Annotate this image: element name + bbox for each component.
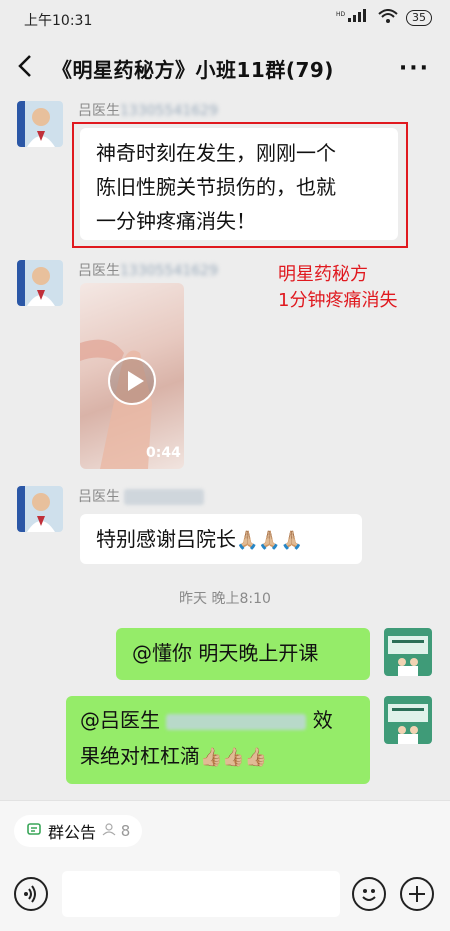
- more-functions-button[interactable]: [400, 877, 434, 911]
- doctor-avatar-icon: [17, 486, 63, 532]
- message-input[interactable]: [62, 871, 340, 917]
- doctor-avatar-icon: [17, 101, 63, 147]
- user-avatar-icon: [384, 696, 432, 744]
- notice-label: 群公告: [48, 823, 97, 842]
- more-options-button[interactable]: ···: [399, 56, 430, 81]
- avatar[interactable]: [384, 696, 432, 744]
- chevron-left-icon: [18, 55, 31, 77]
- status-time: 上午10:31: [24, 13, 93, 29]
- input-bar: 群公告 8: [0, 800, 450, 931]
- wifi-icon: [378, 9, 398, 26]
- sender-name: 吕医生13305541629: [78, 263, 218, 279]
- svg-text:HD: HD: [336, 11, 346, 18]
- avatar[interactable]: [17, 260, 63, 306]
- status-bar: 上午10:31 HD 35: [0, 0, 450, 34]
- thumbs-up-icon: 👍🏼👍🏼👍🏼: [200, 747, 268, 768]
- notice-count: 8: [102, 822, 130, 840]
- chat-header: 《明星药秘方》小班11群(79) ···: [0, 34, 450, 100]
- battery-indicator: 35: [406, 9, 432, 26]
- avatar[interactable]: [17, 486, 63, 532]
- video-duration: 0:44: [146, 445, 181, 461]
- signal-icon: HD: [336, 9, 370, 26]
- highlight-box: [72, 122, 408, 248]
- announcement-icon: [26, 821, 42, 841]
- avatar[interactable]: [17, 101, 63, 147]
- avatar[interactable]: [384, 628, 432, 676]
- plus-icon: [409, 886, 425, 902]
- play-icon[interactable]: [108, 357, 156, 405]
- outgoing-message-bubble[interactable]: @吕医生 效 果绝对杠杠滴👍🏼👍🏼👍🏼: [66, 696, 370, 784]
- voice-icon: [24, 885, 36, 903]
- status-icons: HD 35: [336, 9, 432, 26]
- sender-name: 吕医生13305541629: [78, 103, 218, 119]
- user-avatar-icon: [384, 628, 432, 676]
- group-notice-button[interactable]: 群公告 8: [14, 815, 143, 847]
- doctor-avatar-icon: [17, 260, 63, 306]
- message-bubble[interactable]: 特别感谢吕院长🙏🏼🙏🏼🙏🏼: [80, 514, 362, 564]
- emoji-icon: [362, 889, 376, 901]
- annotation-text: 明星药秘方 1分钟疼痛消失: [278, 264, 398, 311]
- back-button[interactable]: [14, 52, 40, 80]
- sender-name: 吕医生: [78, 486, 204, 506]
- emoji-button[interactable]: [352, 877, 386, 911]
- person-icon: [102, 823, 116, 836]
- video-message[interactable]: 0:44: [80, 283, 184, 469]
- outgoing-message-bubble[interactable]: @懂你 明天晚上开课: [116, 628, 370, 680]
- chat-title: 《明星药秘方》小班11群(79): [52, 58, 334, 82]
- timestamp: 昨天 晚上8:10: [179, 591, 271, 607]
- voice-button[interactable]: [14, 877, 48, 911]
- praying-hands-icon: 🙏🏼🙏🏼🙏🏼: [236, 530, 304, 551]
